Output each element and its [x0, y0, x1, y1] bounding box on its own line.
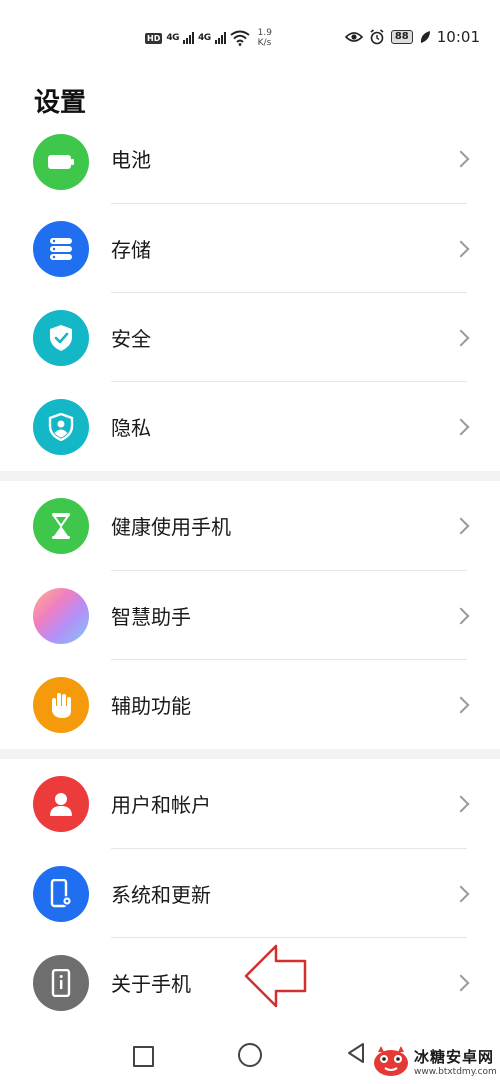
smart-assistant-icon [33, 587, 89, 644]
battery-level: 88 [390, 30, 413, 44]
signal-label-1: 4G [166, 33, 179, 43]
shield-check-icon [33, 309, 89, 366]
status-bar: HD 4G 4G 1.9 K/s 88 10:01 [0, 0, 500, 70]
settings-item-label: 关于手机 [111, 972, 191, 996]
chevron-right-icon [452, 418, 470, 435]
user-icon [33, 775, 89, 832]
recent-apps-button[interactable] [133, 1046, 154, 1067]
hourglass-icon [33, 497, 89, 554]
signal-bars-icon [214, 32, 226, 44]
system-update-icon [33, 865, 89, 922]
leaf-icon [420, 31, 430, 43]
annotation-arrow-icon [244, 944, 307, 1008]
about-phone-icon [33, 954, 89, 1011]
signal-label-2: 4G [198, 33, 211, 43]
watermark-logo-icon [374, 1046, 408, 1076]
storage-icon [33, 220, 89, 277]
back-button[interactable] [346, 1042, 366, 1064]
hand-icon [33, 676, 89, 733]
chevron-right-icon [452, 974, 470, 991]
chevron-right-icon [452, 329, 470, 346]
status-right: 88 10:01 [344, 26, 480, 48]
chevron-right-icon [452, 795, 470, 812]
status-indicators: HD 4G 4G 1.9 K/s [145, 26, 272, 50]
settings-item-label: 隐私 [111, 416, 151, 440]
settings-item-storage[interactable]: 存储 [0, 204, 500, 293]
group-separator [0, 749, 500, 759]
home-button[interactable] [238, 1043, 262, 1067]
settings-item-label: 用户和帐户 [111, 793, 211, 817]
battery-icon [33, 134, 89, 190]
settings-item-battery[interactable]: 电池 [0, 114, 500, 203]
settings-item-label: 智慧助手 [111, 605, 191, 629]
settings-item-label: 系统和更新 [111, 883, 211, 907]
settings-item-security[interactable]: 安全 [0, 293, 500, 382]
chevron-right-icon [452, 885, 470, 902]
signal-bars-icon [183, 32, 194, 44]
clock: 10:01 [436, 28, 480, 46]
alarm-icon [370, 29, 384, 45]
watermark-url: www.btxtdmy.com [414, 1066, 497, 1077]
watermark: 冰糖安卓网 www.btxtdmy.com [372, 1044, 497, 1078]
group-separator [0, 471, 500, 481]
settings-item-users-accounts[interactable]: 用户和帐户 [0, 759, 500, 848]
hd-badge: HD [145, 32, 163, 44]
chevron-right-icon [452, 607, 470, 624]
settings-item-privacy[interactable]: 隐私 [0, 382, 500, 471]
settings-item-system-updates[interactable]: 系统和更新 [0, 849, 500, 938]
settings-item-accessibility[interactable]: 辅助功能 [0, 660, 500, 749]
settings-item-digital-balance[interactable]: 健康使用手机 [0, 481, 500, 570]
chevron-right-icon [452, 517, 470, 534]
settings-item-label: 安全 [111, 327, 151, 351]
settings-item-label: 电池 [111, 148, 151, 172]
chevron-right-icon [452, 696, 470, 713]
settings-item-label: 辅助功能 [111, 694, 191, 718]
network-speed: 1.9 K/s [258, 28, 272, 48]
eye-icon [344, 32, 363, 42]
chevron-right-icon [452, 240, 470, 257]
watermark-title: 冰糖安卓网 [414, 1047, 495, 1066]
wifi-icon [230, 30, 250, 46]
settings-item-smart-assistant[interactable]: 智慧助手 [0, 571, 500, 660]
speed-unit: K/s [257, 38, 272, 48]
privacy-shield-icon [33, 398, 89, 455]
settings-item-label: 健康使用手机 [111, 515, 231, 539]
chevron-right-icon [452, 150, 470, 167]
settings-item-label: 存储 [111, 238, 151, 262]
speed-value: 1.9 [257, 28, 272, 38]
